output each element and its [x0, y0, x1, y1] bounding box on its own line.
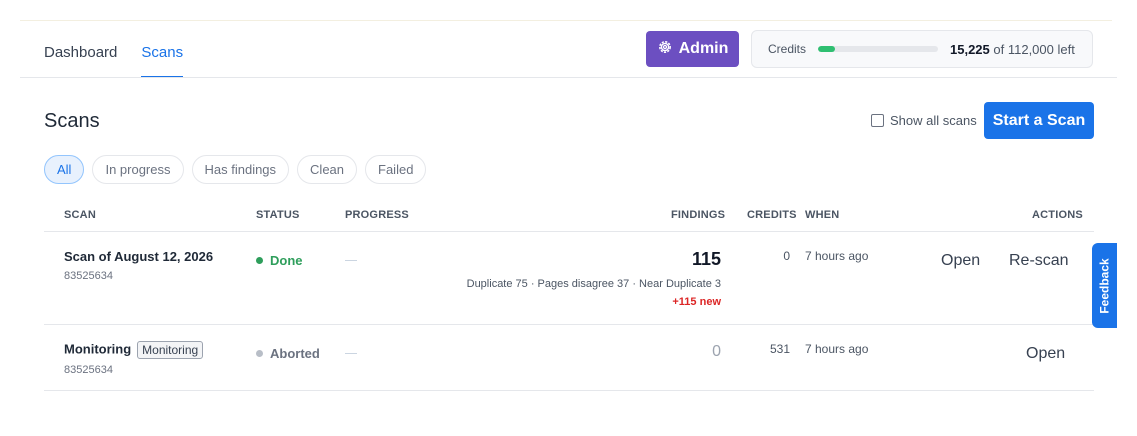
findings-count: 115 [691, 249, 721, 269]
findings-count: 0 [712, 343, 721, 360]
header-progress: PROGRESS [345, 209, 409, 221]
status-dot [256, 257, 263, 264]
open-button[interactable]: Open [941, 252, 980, 270]
credits-remaining: 15,225 [950, 41, 990, 57]
main-tabs: Dashboard Scans [44, 44, 184, 78]
open-button[interactable]: Open [1026, 345, 1065, 363]
credits-total: of 112,000 left [993, 41, 1075, 57]
gear-icon [657, 39, 673, 60]
show-all-label: Show all scans [890, 113, 977, 128]
findings-breakdown: Duplicate 75 · Pages disagree 37 · Near … [466, 278, 721, 290]
admin-label: Admin [678, 40, 729, 57]
filter-in-progress[interactable]: In progress [92, 155, 184, 184]
table-header-divider [44, 231, 1094, 232]
scan-time: 7 hours ago [805, 342, 869, 356]
feedback-label: Feedback [1097, 257, 1112, 314]
credits-used: 531 [769, 342, 790, 356]
scan-name[interactable]: Monitoring [64, 341, 131, 356]
header-divider [20, 77, 1117, 78]
row-divider [44, 324, 1094, 325]
status-badge: Aborted [256, 346, 320, 361]
tab-scans[interactable]: Scans [141, 44, 184, 78]
filter-has-findings[interactable]: Has findings [191, 155, 290, 184]
status-label: Done [270, 253, 303, 268]
status-badge: Done [256, 253, 303, 268]
admin-button[interactable]: Admin [646, 31, 739, 67]
credits-label: Credits [768, 42, 807, 56]
scan-id: 83525634 [64, 364, 113, 376]
feedback-tab[interactable]: Feedback [1092, 243, 1117, 328]
status-dot [256, 350, 263, 357]
page-title: Scans [44, 110, 100, 132]
monitoring-badge: Monitoring [137, 341, 204, 359]
credits-progress-fill [818, 46, 835, 52]
filter-all[interactable]: All [44, 155, 85, 184]
top-divider [20, 20, 1112, 21]
filter-clean[interactable]: Clean [297, 155, 358, 184]
row-divider [44, 390, 1094, 391]
scan-time: 7 hours ago [805, 249, 869, 263]
tab-dashboard[interactable]: Dashboard [44, 44, 117, 78]
header-credits: CREDITS [747, 209, 797, 221]
filter-chips: All In progress Has findings Clean Faile… [44, 155, 427, 184]
start-scan-button[interactable]: Start a Scan [984, 102, 1094, 139]
header-findings: FINDINGS [671, 209, 726, 221]
status-label: Aborted [270, 346, 320, 361]
header-status: STATUS [256, 209, 300, 221]
header-actions: ACTIONS [1032, 209, 1083, 221]
scan-name-wrapper: Monitoring Monitoring [64, 341, 204, 359]
scan-id: 83525634 [64, 270, 113, 282]
scan-name[interactable]: Scan of August 12, 2026 [64, 249, 213, 264]
show-all-checkbox[interactable] [871, 114, 884, 127]
progress-placeholder [345, 353, 357, 354]
credits-used: 0 [783, 249, 790, 263]
credits-remaining-text: 15,225 of 112,000 left [950, 42, 1075, 57]
progress-placeholder [345, 260, 357, 261]
show-all-scans-toggle[interactable]: Show all scans [871, 113, 977, 128]
rescan-button[interactable]: Re-scan [1009, 252, 1069, 270]
credits-panel: Credits 15,225 of 112,000 left [751, 30, 1093, 68]
header-when: WHEN [805, 209, 840, 221]
findings-new: +115 new [672, 296, 721, 308]
header-scan: SCAN [64, 209, 96, 221]
credits-progress-bar [818, 46, 938, 52]
filter-failed[interactable]: Failed [365, 155, 427, 184]
